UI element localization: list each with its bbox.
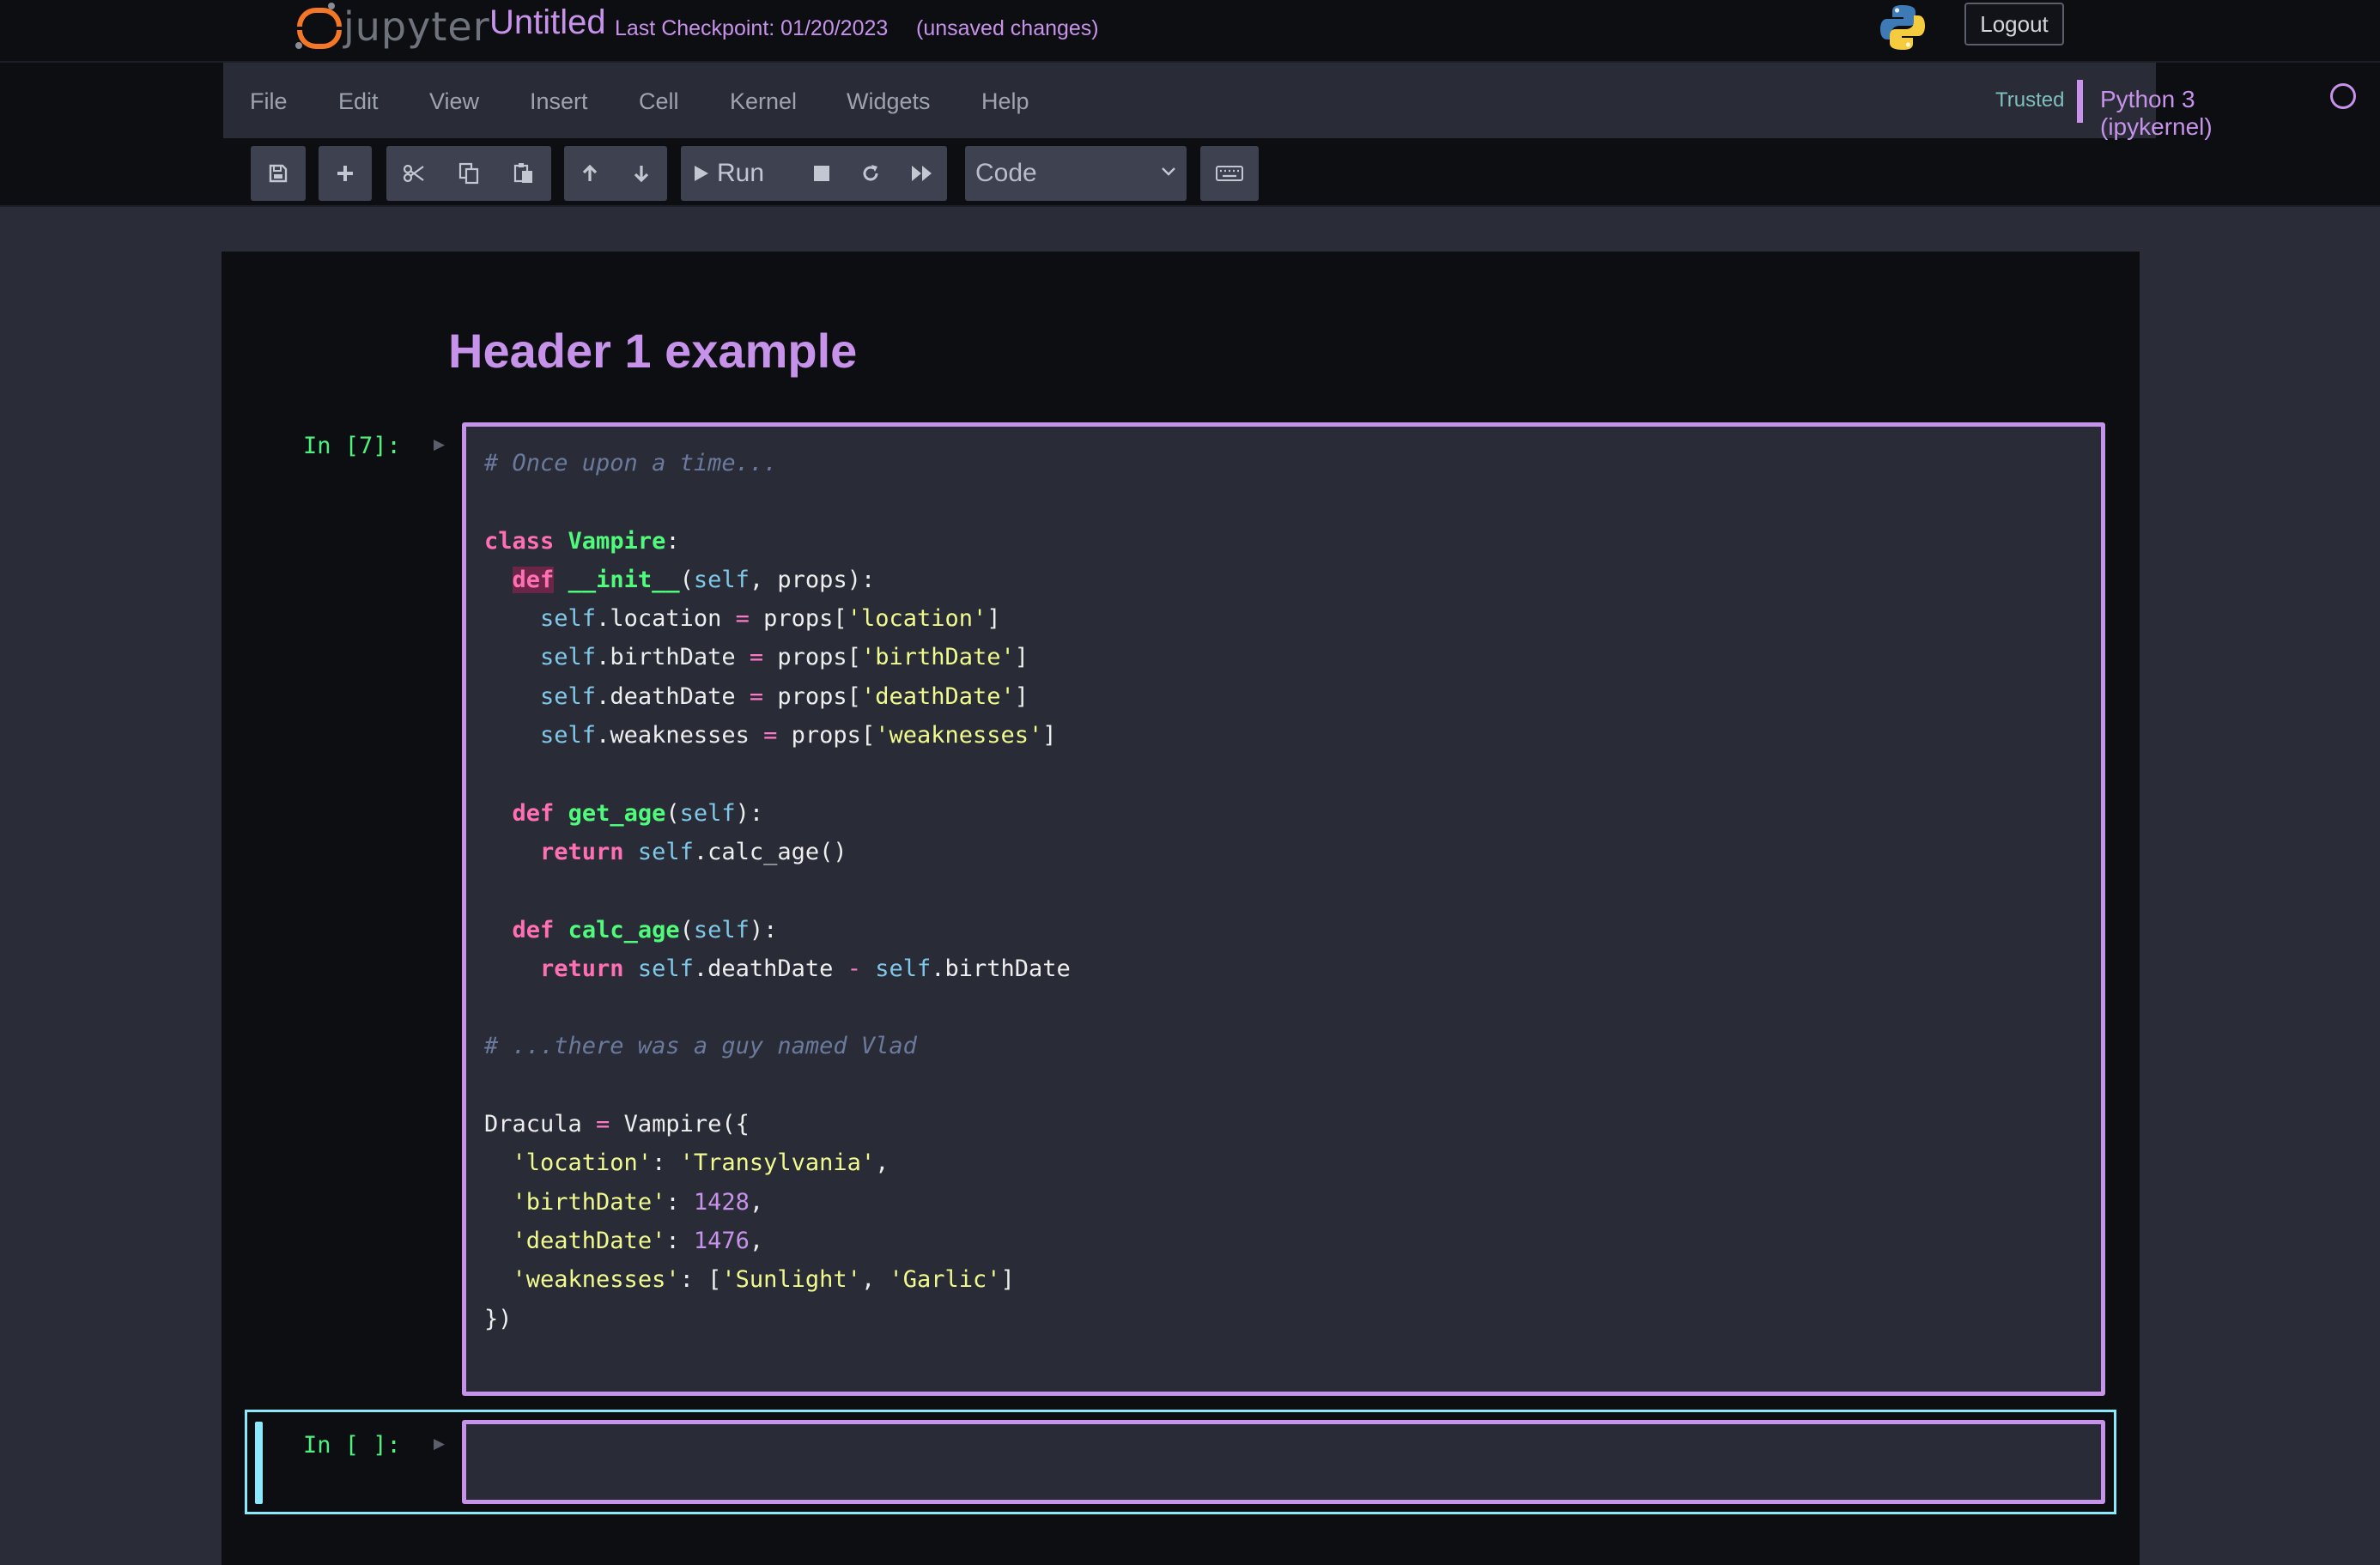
run-button[interactable]: Run bbox=[681, 146, 799, 201]
menu-kernel[interactable]: Kernel bbox=[730, 88, 797, 115]
chevron-down-icon bbox=[1162, 167, 1175, 176]
paste-icon bbox=[513, 163, 532, 183]
menu-insert[interactable]: Insert bbox=[530, 88, 588, 115]
last-checkpoint: Last Checkpoint: 01/20/2023 bbox=[615, 16, 889, 40]
empty-cell-prompt: In [ ]: bbox=[303, 1432, 401, 1459]
collapse-arrow-icon[interactable]: ▶ bbox=[434, 1435, 445, 1453]
toolbar-edit-group bbox=[386, 146, 551, 201]
toolbar-run-group: Run bbox=[681, 146, 947, 201]
logout-button[interactable]: Logout bbox=[1964, 3, 2064, 45]
code-cell-prompt: In [7]: bbox=[303, 433, 401, 459]
move-down-button[interactable] bbox=[616, 146, 667, 201]
toolbar-keyboard-group bbox=[1200, 146, 1259, 201]
stop-icon bbox=[814, 166, 829, 181]
collapse-arrow-icon[interactable]: ▶ bbox=[434, 436, 445, 453]
run-label: Run bbox=[717, 159, 765, 187]
fast-forward-icon bbox=[912, 166, 932, 181]
jupyter-logo-icon bbox=[294, 3, 342, 51]
arrow-down-icon bbox=[634, 166, 649, 183]
toolbar-save-group bbox=[251, 146, 306, 201]
menu-help[interactable]: Help bbox=[981, 88, 1029, 115]
restart-button[interactable] bbox=[844, 146, 897, 201]
markdown-heading[interactable]: Header 1 example bbox=[448, 323, 857, 379]
copy-button[interactable] bbox=[441, 146, 496, 201]
notebook-title[interactable]: Untitled bbox=[489, 3, 606, 42]
command-palette-button[interactable] bbox=[1200, 146, 1259, 201]
save-button[interactable] bbox=[251, 146, 306, 201]
copy-icon bbox=[458, 162, 479, 185]
kernel-idle-icon bbox=[2330, 83, 2356, 109]
insert-cell-button[interactable] bbox=[319, 146, 372, 201]
menubar: File Edit View Insert Cell Kernel Widget… bbox=[223, 63, 2356, 140]
save-status: (unsaved changes) bbox=[916, 16, 1099, 40]
empty-cell-editor[interactable] bbox=[462, 1420, 2105, 1504]
play-icon bbox=[695, 166, 708, 181]
menu-widgets[interactable]: Widgets bbox=[847, 88, 931, 115]
cut-icon bbox=[403, 164, 424, 183]
cell-type-value: Code bbox=[975, 159, 1037, 187]
code-content[interactable]: # Once upon a time... class Vampire: def… bbox=[484, 444, 1071, 1338]
arrow-up-icon bbox=[582, 164, 598, 181]
restart-run-all-button[interactable] bbox=[897, 146, 947, 201]
menu-edit[interactable]: Edit bbox=[338, 88, 379, 115]
menu-file[interactable]: File bbox=[250, 88, 288, 115]
interrupt-button[interactable] bbox=[799, 146, 844, 201]
cell-type-select[interactable]: Code bbox=[965, 146, 1187, 201]
restart-icon bbox=[863, 165, 878, 181]
paste-button[interactable] bbox=[496, 146, 551, 201]
selected-cell-indicator bbox=[255, 1422, 263, 1504]
trusted-indicator[interactable]: Trusted bbox=[1995, 88, 2064, 112]
code-cell-editor[interactable]: # Once upon a time... class Vampire: def… bbox=[462, 422, 2105, 1396]
menu-view[interactable]: View bbox=[429, 88, 479, 115]
toolbar-insert-group bbox=[319, 146, 372, 201]
kernel-name[interactable]: Python 3 (ipykernel) bbox=[2100, 86, 2213, 141]
save-icon bbox=[269, 164, 288, 183]
keyboard-icon bbox=[1216, 166, 1243, 181]
header: jupyter Untitled Last Checkpoint: 01/20/… bbox=[0, 0, 2380, 63]
kernel-indicator-bar bbox=[2077, 80, 2083, 123]
jupyter-logo[interactable]: jupyter bbox=[294, 0, 490, 53]
python-logo-icon bbox=[1880, 5, 1925, 50]
menu-cell[interactable]: Cell bbox=[639, 88, 679, 115]
toolbar-move-group bbox=[564, 146, 667, 201]
cut-button[interactable] bbox=[386, 146, 441, 201]
plus-icon bbox=[337, 166, 353, 181]
jupyter-logo-text: jupyter bbox=[343, 3, 490, 50]
move-up-button[interactable] bbox=[564, 146, 616, 201]
